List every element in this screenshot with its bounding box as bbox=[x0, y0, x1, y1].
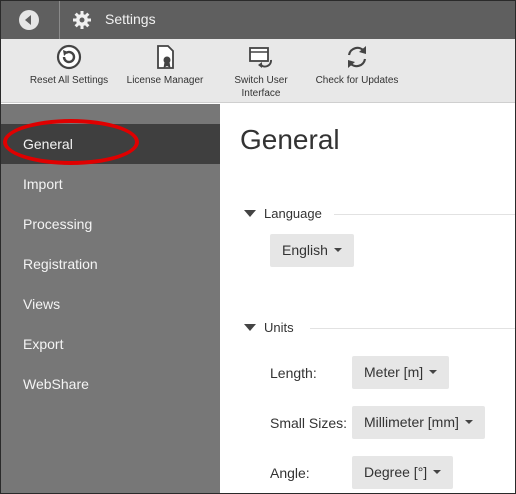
sidebar-item-label: Processing bbox=[23, 216, 93, 232]
units-section-header[interactable]: Units bbox=[244, 320, 294, 335]
refresh-icon bbox=[347, 46, 367, 68]
window-title: Settings bbox=[105, 11, 156, 27]
main-content: General Language English Units Length: M… bbox=[220, 104, 515, 493]
section-divider bbox=[310, 328, 515, 329]
chevron-down-icon bbox=[333, 248, 342, 252]
small-sizes-label: Small Sizes: bbox=[270, 415, 348, 431]
chevron-down-icon bbox=[464, 420, 473, 424]
highlight-annotation bbox=[3, 119, 139, 165]
reset-all-settings-label: Reset All Settings bbox=[29, 75, 109, 86]
section-divider bbox=[334, 214, 515, 215]
toolbar: Reset All Settings License Manager Switc… bbox=[1, 39, 515, 103]
sidebar-item-label: Export bbox=[23, 336, 64, 352]
back-icon[interactable] bbox=[19, 10, 39, 30]
length-dropdown[interactable]: Meter [m] bbox=[352, 356, 450, 389]
angle-value: Degree [°] bbox=[364, 464, 428, 480]
page-title: General bbox=[240, 124, 340, 155]
language-section-header[interactable]: Language bbox=[244, 206, 322, 221]
title-divider bbox=[59, 1, 60, 39]
language-dropdown[interactable]: English bbox=[270, 234, 354, 267]
sidebar-item-label: WebShare bbox=[23, 376, 89, 392]
length-value: Meter [m] bbox=[364, 364, 424, 380]
language-heading: Language bbox=[264, 206, 322, 221]
sidebar-item-label: Import bbox=[23, 176, 63, 192]
angle-dropdown[interactable]: Degree [°] bbox=[352, 456, 454, 489]
check-for-updates-label: Check for Updates bbox=[315, 75, 399, 86]
switch-user-interface-label: Switch User Interface bbox=[234, 75, 288, 99]
language-value: English bbox=[282, 242, 328, 258]
angle-label: Angle: bbox=[270, 465, 310, 481]
sidebar: General Import Processing Registration V… bbox=[1, 104, 220, 493]
small-sizes-value: Millimeter [mm] bbox=[364, 414, 459, 430]
sidebar-item-import[interactable]: Import bbox=[1, 164, 220, 204]
collapse-caret-icon bbox=[244, 210, 256, 217]
title-bar: Settings bbox=[1, 1, 515, 39]
units-heading: Units bbox=[264, 320, 294, 335]
switch-ui-icon bbox=[249, 47, 272, 68]
sidebar-item-label: Registration bbox=[23, 256, 98, 272]
license-icon bbox=[157, 45, 174, 69]
switch-user-interface-button[interactable]: Switch User Interface bbox=[221, 43, 301, 100]
reset-icon bbox=[56, 44, 82, 70]
settings-window: Settings Reset All Settings License Mana… bbox=[0, 0, 516, 494]
length-label: Length: bbox=[270, 365, 317, 381]
sidebar-item-processing[interactable]: Processing bbox=[1, 204, 220, 244]
collapse-caret-icon bbox=[244, 324, 256, 331]
check-for-updates-button[interactable]: Check for Updates bbox=[311, 43, 403, 87]
small-sizes-dropdown[interactable]: Millimeter [mm] bbox=[352, 406, 485, 439]
chevron-down-icon bbox=[429, 370, 438, 374]
license-manager-button[interactable]: License Manager bbox=[123, 43, 207, 87]
chevron-down-icon bbox=[433, 470, 442, 474]
gear-icon bbox=[73, 11, 91, 29]
sidebar-item-label: Views bbox=[23, 296, 61, 312]
reset-all-settings-button[interactable]: Reset All Settings bbox=[25, 43, 113, 87]
license-manager-label: License Manager bbox=[126, 75, 204, 86]
sidebar-item-webshare[interactable]: WebShare bbox=[1, 364, 220, 404]
sidebar-item-registration[interactable]: Registration bbox=[1, 244, 220, 284]
sidebar-item-export[interactable]: Export bbox=[1, 324, 220, 364]
sidebar-item-views[interactable]: Views bbox=[1, 284, 220, 324]
